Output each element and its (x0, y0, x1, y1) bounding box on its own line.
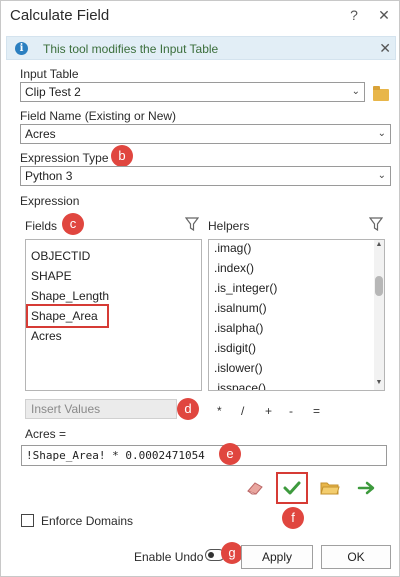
operator-equals[interactable]: = (313, 404, 320, 418)
enforce-domains-label: Enforce Domains (41, 514, 134, 528)
expression-label: Expression (20, 194, 80, 208)
folder-icon[interactable] (373, 86, 389, 101)
helper-item[interactable]: .isdigit() (214, 341, 256, 355)
field-item-objectid[interactable]: OBJECTID (31, 249, 90, 263)
helpers-label: Helpers (208, 219, 250, 233)
expression-code-input[interactable]: !Shape_Area! * 0.0002471054 (21, 445, 387, 466)
expression-type-select[interactable]: Python 3 ⌄ (20, 166, 391, 186)
expression-type-label: Expression Type (20, 151, 109, 165)
title-bar: Calculate Field ? ✕ (1, 1, 399, 31)
eraser-icon[interactable] (245, 479, 265, 497)
insert-values-placeholder: Insert Values (31, 402, 101, 416)
helpers-list: .imag() .index() .is_integer() .isalnum(… (208, 239, 385, 391)
filter-icon[interactable] (185, 217, 199, 231)
expression-target-label: Acres = (25, 427, 67, 441)
check-icon[interactable] (282, 478, 302, 498)
expression-code: !Shape_Area! * 0.0002471054 (26, 449, 205, 462)
chevron-down-icon: ⌄ (351, 86, 360, 97)
field-item-acres[interactable]: Acres (31, 329, 62, 343)
enforce-domains-checkbox[interactable] (21, 514, 34, 527)
calculate-field-dialog: Calculate Field ? ✕ i This tool modifies… (0, 0, 400, 577)
helper-item[interactable]: .isalpha() (214, 321, 263, 335)
badge-b: b (111, 145, 133, 167)
info-banner: i This tool modifies the Input Table ✕ (6, 36, 396, 60)
helper-item[interactable]: .isspace() (214, 381, 266, 390)
helper-item[interactable]: .isalnum() (214, 301, 267, 315)
scroll-up-icon[interactable]: ▲ (374, 241, 384, 248)
badge-c: c (62, 213, 84, 235)
ok-button[interactable]: OK (321, 545, 391, 569)
info-close-icon[interactable]: ✕ (379, 40, 391, 57)
scroll-down-icon[interactable]: ▼ (374, 379, 384, 386)
filter-icon[interactable] (369, 217, 383, 231)
chevron-down-icon: ⌄ (377, 170, 386, 181)
apply-button[interactable]: Apply (241, 545, 313, 569)
scroll-thumb[interactable] (375, 276, 383, 296)
expression-type-value: Python 3 (25, 169, 73, 183)
operator-multiply[interactable]: * (217, 404, 222, 418)
insert-values-select[interactable]: Insert Values (25, 399, 177, 419)
field-name-value: Acres (25, 127, 56, 141)
operator-plus[interactable]: + (265, 404, 272, 418)
badge-e: e (219, 443, 241, 465)
open-folder-icon[interactable] (320, 480, 340, 496)
operator-minus[interactable]: - (289, 404, 293, 418)
badge-f: f (282, 507, 304, 529)
fields-label: Fields (25, 219, 58, 233)
close-button[interactable]: ✕ (375, 6, 393, 24)
field-name-label: Field Name (Existing or New) (20, 109, 177, 123)
input-table-select[interactable]: Clip Test 2 ⌄ (20, 82, 365, 102)
shape-area-highlight (26, 304, 109, 328)
chevron-down-icon: ⌄ (377, 128, 386, 139)
badge-g: g (221, 542, 243, 564)
info-icon: i (15, 42, 28, 55)
window-title: Calculate Field (10, 7, 110, 24)
enable-undo-label: Enable Undo (134, 550, 204, 564)
helper-item[interactable]: .index() (214, 261, 254, 275)
input-table-label: Input Table (20, 67, 79, 81)
info-message: This tool modifies the Input Table (43, 42, 219, 56)
operator-divide[interactable]: / (241, 404, 244, 418)
field-item-shape[interactable]: SHAPE (31, 269, 72, 283)
arrow-right-icon[interactable] (357, 479, 377, 497)
badge-d: d (177, 398, 199, 420)
field-item-shape-length[interactable]: Shape_Length (31, 289, 109, 303)
input-table-value: Clip Test 2 (25, 85, 81, 99)
field-name-select[interactable]: Acres ⌄ (20, 124, 391, 144)
helper-item[interactable]: .is_integer() (214, 281, 277, 295)
help-button[interactable]: ? (345, 6, 363, 24)
helpers-scrollbar[interactable]: ▲ ▼ (374, 240, 384, 390)
helper-item[interactable]: .imag() (214, 241, 251, 255)
helper-item[interactable]: .islower() (214, 361, 263, 375)
